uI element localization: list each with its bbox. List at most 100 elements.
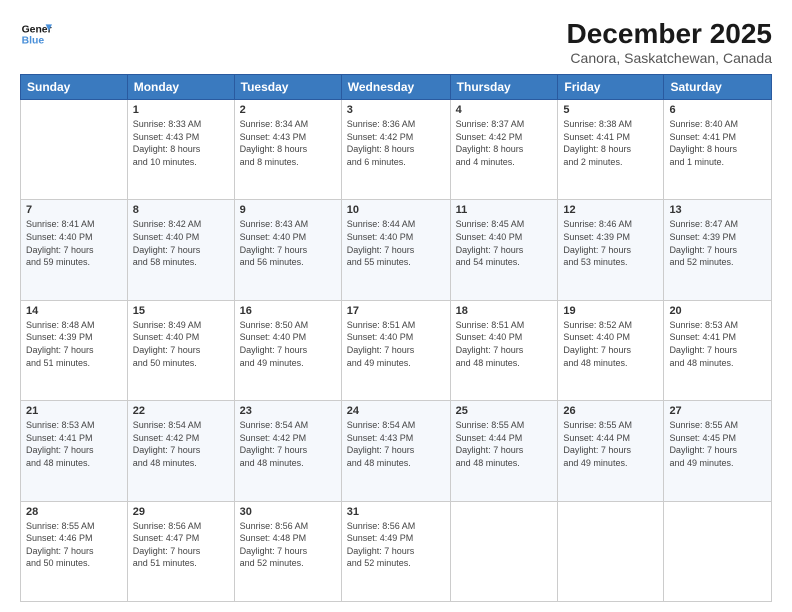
calendar-cell (21, 100, 128, 200)
calendar-cell: 27Sunrise: 8:55 AM Sunset: 4:45 PM Dayli… (664, 401, 772, 501)
day-number: 15 (133, 305, 229, 317)
cell-content: Sunrise: 8:52 AM Sunset: 4:40 PM Dayligh… (563, 319, 658, 369)
calendar-cell: 29Sunrise: 8:56 AM Sunset: 4:47 PM Dayli… (127, 501, 234, 601)
cell-content: Sunrise: 8:55 AM Sunset: 4:44 PM Dayligh… (563, 419, 658, 469)
cell-content: Sunrise: 8:47 AM Sunset: 4:39 PM Dayligh… (669, 218, 766, 268)
cell-content: Sunrise: 8:43 AM Sunset: 4:40 PM Dayligh… (240, 218, 336, 268)
calendar-cell: 20 Sunrise: 8:53 AM Sunset: 4:41 PM Dayli… (664, 300, 772, 400)
col-tuesday: Tuesday (234, 75, 341, 100)
day-number: 17 (347, 305, 445, 317)
calendar-header: Sunday Monday Tuesday Wednesday Thursday… (21, 75, 772, 100)
calendar-week-row: 7 Sunrise: 8:41 AM Sunset: 4:40 PM Daylig… (21, 200, 772, 300)
day-number: 31 (347, 506, 445, 518)
calendar-cell: 22 Sunrise: 8:54 AM Sunset: 4:42 PM Dayli… (127, 401, 234, 501)
calendar-cell: 3 Sunrise: 8:36 AM Sunset: 4:42 PM Daylig… (341, 100, 450, 200)
header: General Blue December 2025 Canora, Saska… (20, 18, 772, 66)
calendar-table: Sunday Monday Tuesday Wednesday Thursday… (20, 74, 772, 602)
cell-content: Sunrise: 8:40 AM Sunset: 4:41 PM Dayligh… (669, 118, 766, 168)
day-number: 21 (26, 405, 122, 417)
day-number: 16 (240, 305, 336, 317)
calendar-cell: 2 Sunrise: 8:34 AM Sunset: 4:43 PM Daylig… (234, 100, 341, 200)
day-number: 20 (669, 305, 766, 317)
cell-content: Sunrise: 8:56 AM Sunset: 4:48 PM Dayligh… (240, 520, 336, 570)
calendar-cell: 16 Sunrise: 8:50 AM Sunset: 4:40 PM Dayli… (234, 300, 341, 400)
cell-content: Sunrise: 8:42 AM Sunset: 4:40 PM Dayligh… (133, 218, 229, 268)
main-title: December 2025 (567, 18, 772, 50)
col-saturday: Saturday (664, 75, 772, 100)
col-friday: Friday (558, 75, 664, 100)
cell-content: Sunrise: 8:45 AM Sunset: 4:40 PM Dayligh… (456, 218, 553, 268)
day-number: 3 (347, 104, 445, 116)
calendar-body: 1 Sunrise: 8:33 AM Sunset: 4:43 PM Daylig… (21, 100, 772, 602)
cell-content: Sunrise: 8:53 AM Sunset: 4:41 PM Dayligh… (669, 319, 766, 369)
cell-content: Sunrise: 8:50 AM Sunset: 4:40 PM Dayligh… (240, 319, 336, 369)
svg-text:Blue: Blue (22, 36, 45, 47)
calendar-week-row: 14Sunrise: 8:48 AM Sunset: 4:39 PM Dayli… (21, 300, 772, 400)
calendar-cell: 26 Sunrise: 8:55 AM Sunset: 4:44 PM Dayli… (558, 401, 664, 501)
col-thursday: Thursday (450, 75, 558, 100)
cell-content: Sunrise: 8:55 AM Sunset: 4:44 PM Dayligh… (456, 419, 553, 469)
cell-content: Sunrise: 8:54 AM Sunset: 4:42 PM Dayligh… (133, 419, 229, 469)
day-number: 7 (26, 204, 122, 216)
calendar-week-row: 28Sunrise: 8:55 AM Sunset: 4:46 PM Dayli… (21, 501, 772, 601)
col-sunday: Sunday (21, 75, 128, 100)
cell-content: Sunrise: 8:36 AM Sunset: 4:42 PM Dayligh… (347, 118, 445, 168)
calendar-cell: 15 Sunrise: 8:49 AM Sunset: 4:40 PM Dayli… (127, 300, 234, 400)
calendar-cell: 10Sunrise: 8:44 AM Sunset: 4:40 PM Dayli… (341, 200, 450, 300)
calendar-cell: 25 Sunrise: 8:55 AM Sunset: 4:44 PM Dayli… (450, 401, 558, 501)
calendar-cell: 17 Sunrise: 8:51 AM Sunset: 4:40 PM Dayli… (341, 300, 450, 400)
cell-content: Sunrise: 8:54 AM Sunset: 4:42 PM Dayligh… (240, 419, 336, 469)
day-number: 26 (563, 405, 658, 417)
page: General Blue December 2025 Canora, Saska… (0, 0, 792, 612)
logo: General Blue (20, 18, 52, 50)
cell-content: Sunrise: 8:51 AM Sunset: 4:40 PM Dayligh… (347, 319, 445, 369)
cell-content: Sunrise: 8:54 AM Sunset: 4:43 PM Dayligh… (347, 419, 445, 469)
cell-content: Sunrise: 8:48 AM Sunset: 4:39 PM Dayligh… (26, 319, 122, 369)
calendar-cell: 30Sunrise: 8:56 AM Sunset: 4:48 PM Dayli… (234, 501, 341, 601)
title-block: December 2025 Canora, Saskatchewan, Cana… (567, 18, 772, 66)
calendar-cell: 7 Sunrise: 8:41 AM Sunset: 4:40 PM Daylig… (21, 200, 128, 300)
calendar-cell: 5Sunrise: 8:38 AM Sunset: 4:41 PM Daylig… (558, 100, 664, 200)
day-number: 22 (133, 405, 229, 417)
day-number: 18 (456, 305, 553, 317)
calendar-cell: 19 Sunrise: 8:52 AM Sunset: 4:40 PM Dayli… (558, 300, 664, 400)
day-number: 10 (347, 204, 445, 216)
cell-content: Sunrise: 8:41 AM Sunset: 4:40 PM Dayligh… (26, 218, 122, 268)
col-wednesday: Wednesday (341, 75, 450, 100)
calendar-cell: 6 Sunrise: 8:40 AM Sunset: 4:41 PM Daylig… (664, 100, 772, 200)
calendar-cell: 4 Sunrise: 8:37 AM Sunset: 4:42 PM Daylig… (450, 100, 558, 200)
calendar-cell: 14Sunrise: 8:48 AM Sunset: 4:39 PM Dayli… (21, 300, 128, 400)
cell-content: Sunrise: 8:56 AM Sunset: 4:47 PM Dayligh… (133, 520, 229, 570)
day-number: 6 (669, 104, 766, 116)
calendar-cell: 31 Sunrise: 8:56 AM Sunset: 4:49 PM Dayli… (341, 501, 450, 601)
calendar-week-row: 21 Sunrise: 8:53 AM Sunset: 4:41 PM Dayli… (21, 401, 772, 501)
calendar-cell (664, 501, 772, 601)
day-number: 25 (456, 405, 553, 417)
cell-content: Sunrise: 8:49 AM Sunset: 4:40 PM Dayligh… (133, 319, 229, 369)
day-number: 24 (347, 405, 445, 417)
day-number: 19 (563, 305, 658, 317)
cell-content: Sunrise: 8:51 AM Sunset: 4:40 PM Dayligh… (456, 319, 553, 369)
cell-content: Sunrise: 8:33 AM Sunset: 4:43 PM Dayligh… (133, 118, 229, 168)
day-number: 4 (456, 104, 553, 116)
logo-icon: General Blue (20, 18, 52, 50)
header-row: Sunday Monday Tuesday Wednesday Thursday… (21, 75, 772, 100)
calendar-cell: 13 Sunrise: 8:47 AM Sunset: 4:39 PM Dayli… (664, 200, 772, 300)
calendar-cell: 24 Sunrise: 8:54 AM Sunset: 4:43 PM Dayli… (341, 401, 450, 501)
cell-content: Sunrise: 8:38 AM Sunset: 4:41 PM Dayligh… (563, 118, 658, 168)
day-number: 13 (669, 204, 766, 216)
calendar-cell (558, 501, 664, 601)
cell-content: Sunrise: 8:34 AM Sunset: 4:43 PM Dayligh… (240, 118, 336, 168)
cell-content: Sunrise: 8:53 AM Sunset: 4:41 PM Dayligh… (26, 419, 122, 469)
col-monday: Monday (127, 75, 234, 100)
subtitle: Canora, Saskatchewan, Canada (567, 50, 772, 66)
day-number: 23 (240, 405, 336, 417)
day-number: 1 (133, 104, 229, 116)
cell-content: Sunrise: 8:37 AM Sunset: 4:42 PM Dayligh… (456, 118, 553, 168)
calendar-cell: 21 Sunrise: 8:53 AM Sunset: 4:41 PM Dayli… (21, 401, 128, 501)
cell-content: Sunrise: 8:56 AM Sunset: 4:49 PM Dayligh… (347, 520, 445, 570)
calendar-cell: 18 Sunrise: 8:51 AM Sunset: 4:40 PM Dayli… (450, 300, 558, 400)
day-number: 2 (240, 104, 336, 116)
calendar-cell: 9Sunrise: 8:43 AM Sunset: 4:40 PM Daylig… (234, 200, 341, 300)
day-number: 11 (456, 204, 553, 216)
